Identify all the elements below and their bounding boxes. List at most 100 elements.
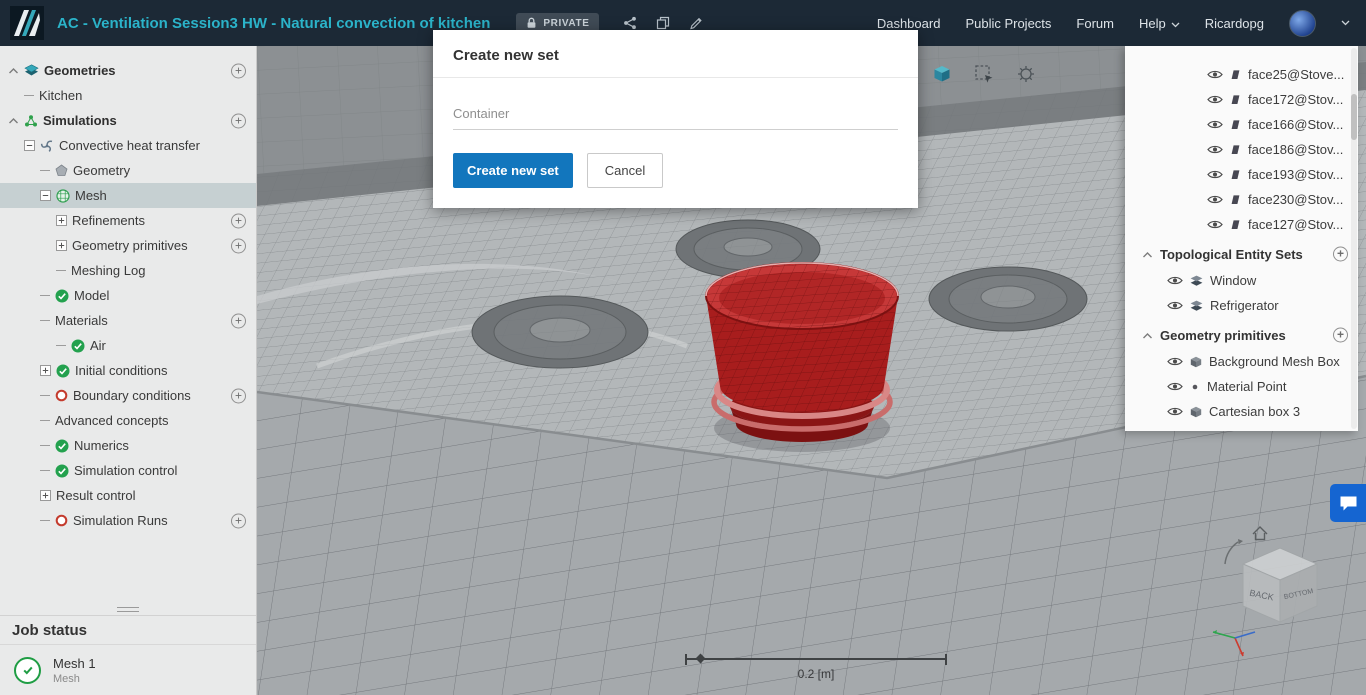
chevron-up-icon[interactable] (8, 67, 19, 75)
eye-icon[interactable] (1207, 119, 1223, 130)
face-label: face127@Stov... (1248, 217, 1344, 232)
mesh-settings-icon[interactable] (1012, 60, 1040, 88)
face-flag-icon (1230, 119, 1241, 130)
add-button[interactable]: + (231, 513, 246, 528)
face-item[interactable]: face193@Stov... (1125, 162, 1358, 187)
edit-icon[interactable] (689, 16, 703, 30)
tree-item-result-control[interactable]: Result control (0, 483, 256, 508)
add-button[interactable]: + (231, 388, 246, 403)
cancel-button[interactable]: Cancel (586, 153, 664, 188)
share-icon[interactable] (623, 16, 637, 30)
eye-icon[interactable] (1207, 194, 1223, 205)
support-chat-button[interactable] (1330, 484, 1366, 522)
face-item[interactable]: face127@Stov... (1125, 212, 1358, 237)
eye-icon[interactable] (1207, 144, 1223, 155)
set-item-material-point[interactable]: Material Point (1125, 374, 1358, 399)
tree-item-numerics[interactable]: Numerics (0, 433, 256, 458)
user-name[interactable]: Ricardopg (1205, 16, 1264, 31)
face-item[interactable]: face25@Stove... (1125, 62, 1358, 87)
box-select-icon[interactable] (970, 60, 998, 88)
job-item[interactable]: Mesh 1 Mesh (0, 645, 256, 695)
eye-icon[interactable] (1207, 69, 1223, 80)
scrollbar-thumb[interactable] (1351, 94, 1357, 140)
primitive-cube-icon[interactable] (928, 60, 956, 88)
tree-item-advanced-concepts[interactable]: Advanced concepts (0, 408, 256, 433)
create-set-button[interactable]: Create new set (453, 153, 573, 188)
tree-item-geometry-primitives[interactable]: Geometry primitives + (0, 233, 256, 258)
eye-icon[interactable] (1167, 381, 1183, 392)
eye-icon[interactable] (1207, 219, 1223, 230)
tree-item-simulation-runs[interactable]: Simulation Runs + (0, 508, 256, 533)
add-button[interactable]: + (231, 213, 246, 228)
tree-item-geometry[interactable]: Geometry (0, 158, 256, 183)
panel-scrollbar[interactable] (1351, 48, 1357, 429)
panel-resize-handle[interactable] (0, 603, 256, 616)
tree-item-model[interactable]: Model (0, 283, 256, 308)
chevron-up-icon[interactable] (1142, 328, 1153, 343)
add-button[interactable]: + (231, 313, 246, 328)
face-item[interactable]: face186@Stov... (1125, 137, 1358, 162)
tree-item-convective-heat-transfer[interactable]: Convective heat transfer (0, 133, 256, 158)
tree-item-simulations[interactable]: Simulations + (0, 108, 256, 133)
tree-item-air[interactable]: Air (0, 333, 256, 358)
tree-item-simulation-control[interactable]: Simulation control (0, 458, 256, 483)
add-button[interactable]: + (1333, 246, 1348, 262)
expand-icon[interactable] (40, 490, 51, 501)
prim-box-icon (1190, 356, 1202, 368)
tree-item-refinements[interactable]: Refinements + (0, 208, 256, 233)
expand-icon[interactable] (56, 240, 67, 251)
avatar[interactable] (1289, 9, 1316, 37)
face-item[interactable]: face166@Stov... (1125, 112, 1358, 137)
eye-icon[interactable] (1167, 300, 1183, 311)
tree-item-label: Meshing Log (71, 263, 146, 278)
set-item-background-mesh-box[interactable]: Background Mesh Box (1125, 349, 1358, 374)
eye-icon[interactable] (1167, 275, 1183, 286)
eye-icon[interactable] (1167, 356, 1183, 367)
tree-item-meshing-log[interactable]: Meshing Log (0, 258, 256, 283)
eye-icon[interactable] (1207, 94, 1223, 105)
set-item-window[interactable]: Window (1125, 268, 1358, 293)
eye-icon[interactable] (1167, 406, 1183, 417)
nav-help[interactable]: Help (1139, 16, 1180, 31)
collapse-icon[interactable] (24, 140, 35, 151)
navigation-cube[interactable]: BACK BOTTOM (1205, 520, 1355, 670)
tree-item-geometries[interactable]: Geometries + (0, 58, 256, 83)
face-item[interactable]: face230@Stov... (1125, 187, 1358, 212)
tree-item-boundary-conditions[interactable]: Boundary conditions + (0, 383, 256, 408)
tree-item-label: Boundary conditions (73, 388, 191, 403)
expand-icon[interactable] (56, 215, 67, 226)
user-menu-caret-icon[interactable] (1341, 20, 1350, 26)
orbit-arrow[interactable] (1224, 541, 1239, 565)
collapse-icon[interactable] (40, 190, 51, 201)
expand-icon[interactable] (40, 365, 51, 376)
tree-item-initial-conditions[interactable]: Initial conditions (0, 358, 256, 383)
set-item-refrigerator[interactable]: Refrigerator (1125, 293, 1358, 318)
app-logo-icon[interactable] (10, 6, 44, 40)
section-header-topological-entity-sets[interactable]: Topological Entity Sets + (1125, 240, 1358, 268)
set-item-cartesian-box-3[interactable]: Cartesian box 3 (1125, 399, 1358, 424)
tree-item-mesh[interactable]: Mesh (0, 183, 256, 208)
nav-public-projects[interactable]: Public Projects (965, 16, 1051, 31)
add-button[interactable]: + (231, 238, 246, 253)
face-item[interactable]: face172@Stov... (1125, 87, 1358, 112)
add-button[interactable]: + (1333, 327, 1348, 343)
duplicate-icon[interactable] (656, 16, 670, 30)
set-name-input[interactable] (453, 100, 898, 130)
nav-forum[interactable]: Forum (1076, 16, 1114, 31)
project-title[interactable]: AC - Ventilation Session3 HW - Natural c… (57, 15, 490, 32)
tree-item-materials[interactable]: Materials + (0, 308, 256, 333)
chevron-up-icon[interactable] (1142, 247, 1153, 262)
job-title: Mesh 1 (53, 655, 96, 671)
tree-item-kitchen[interactable]: Kitchen (0, 83, 256, 108)
nav-dashboard[interactable]: Dashboard (877, 16, 941, 31)
add-button[interactable]: + (231, 63, 246, 78)
add-button[interactable]: + (231, 113, 246, 128)
eye-icon[interactable] (1207, 169, 1223, 180)
face-flag-icon (1230, 69, 1241, 80)
home-icon[interactable] (1252, 526, 1268, 541)
pending-circle-icon (55, 389, 68, 402)
chevron-up-icon[interactable] (8, 117, 19, 125)
check-circle-icon (55, 439, 69, 453)
job-status-panel: Job status Mesh 1 Mesh (0, 603, 256, 695)
section-header-geometry-primitives[interactable]: Geometry primitives + (1125, 321, 1358, 349)
